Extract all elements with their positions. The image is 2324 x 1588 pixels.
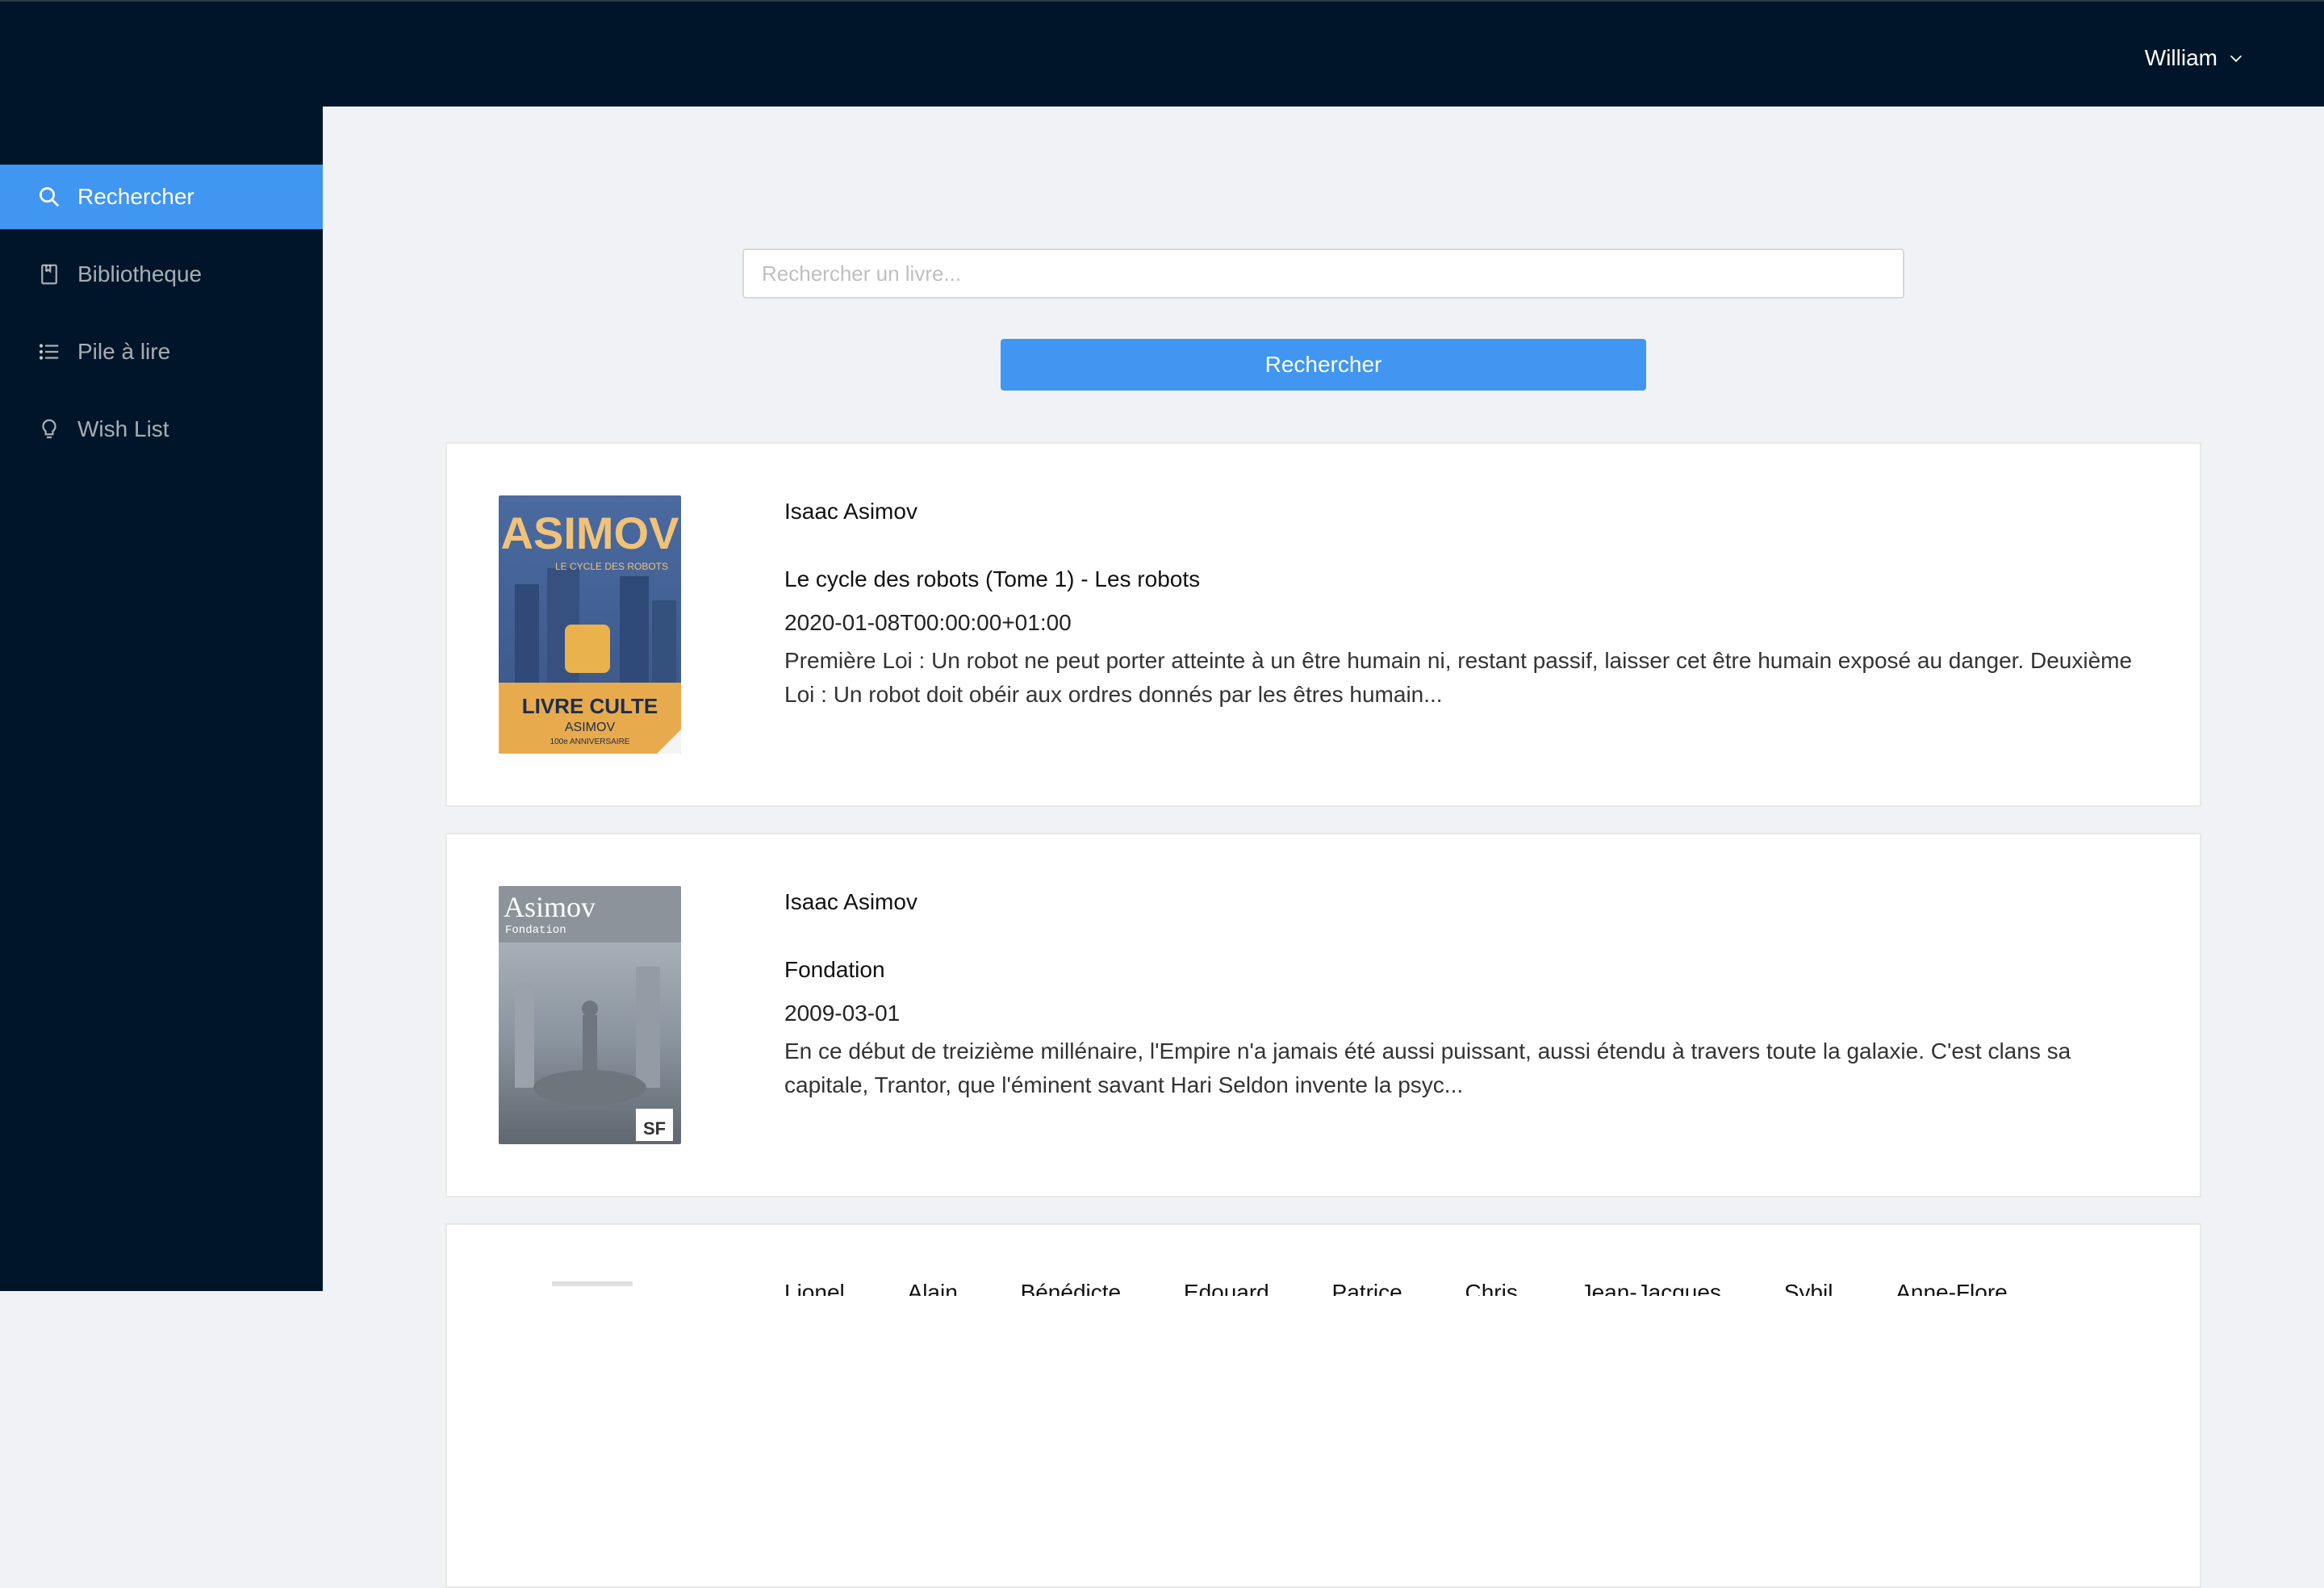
top-header: William (0, 0, 2324, 107)
book-author: Isaac Asimov (784, 499, 917, 524)
user-menu[interactable]: William (2145, 40, 2245, 76)
book-description: Première Loi : Un robot ne peut porter a… (784, 648, 2133, 707)
svg-text:LE CYCLE DES ROBOTS: LE CYCLE DES ROBOTS (555, 561, 668, 572)
main-content: Rechercher ASIMOV LE CYCLE DES ROBOTS (323, 107, 2324, 1588)
sidebar-item-label: Wish List (77, 416, 169, 441)
book-title: Le cycle des robots (Tome 1) - Les robot… (784, 566, 1201, 591)
book-author: Jean-Jacques (1580, 1280, 1721, 1296)
sidebar-item-rechercher[interactable]: Rechercher (0, 165, 323, 229)
book-author: Chris (1465, 1280, 1518, 1296)
result-card[interactable]: Lionel Alain Bénédicte Edouard Patrice C… (445, 1223, 2201, 1588)
sidebar: Rechercher Bibliotheque Pile à lire Wish… (0, 107, 323, 1291)
sidebar-item-label: Bibliotheque (77, 261, 203, 286)
book-description: En ce début de treizième millénaire, l'E… (784, 1038, 2071, 1097)
svg-text:SF: SF (643, 1118, 666, 1139)
book-cover: ASIMOV LE CYCLE DES ROBOTS LIVRE CULTE A… (499, 495, 681, 754)
search-icon (37, 185, 61, 209)
svg-text:Asimov: Asimov (504, 891, 596, 923)
sidebar-item-label: Rechercher (77, 184, 194, 209)
svg-text:LIVRE CULTE: LIVRE CULTE (522, 694, 658, 718)
chevron-down-icon (2230, 55, 2242, 62)
book-title: Fondation (784, 957, 885, 982)
result-card[interactable]: ASIMOV LE CYCLE DES ROBOTS LIVRE CULTE A… (445, 442, 2201, 807)
svg-text:ASIMOV: ASIMOV (565, 721, 616, 734)
sidebar-item-bibliotheque[interactable]: Bibliotheque (0, 242, 323, 307)
book-author: Bénédicte (1020, 1280, 1122, 1296)
book-author: Anne-Flore (1896, 1280, 2008, 1296)
user-name: William (2144, 45, 2217, 70)
book-date: 2009-03-01 (784, 1001, 901, 1026)
book-author: Sybil (1783, 1280, 1833, 1296)
result-card[interactable]: Asimov Fondation SF Isaac Asimov Fondati… (445, 833, 2201, 1197)
book-authors: Lionel Alain Bénédicte Edouard Patrice C… (784, 1280, 2064, 1296)
book-author: Alain (907, 1280, 958, 1296)
book-author: Isaac Asimov (784, 889, 917, 914)
book-author: Lionel (784, 1280, 845, 1296)
sidebar-nav: Rechercher Bibliotheque Pile à lire Wish… (0, 165, 323, 474)
sidebar-item-pile-a-lire[interactable]: Pile à lire (0, 320, 323, 384)
search-button[interactable]: Rechercher (1001, 339, 1646, 391)
bulb-icon (37, 417, 61, 441)
book-date: 2020-01-08T00:00:00+01:00 (784, 610, 1072, 635)
book-author: Patrice (1331, 1280, 1402, 1296)
sidebar-item-label: Pile à lire (77, 339, 171, 364)
book-author: Edouard (1183, 1280, 1269, 1296)
book-cover (552, 1281, 633, 1286)
list-icon (37, 340, 61, 364)
book-cover: Asimov Fondation SF (499, 886, 681, 1144)
search-input[interactable] (742, 249, 1904, 299)
sidebar-item-wish-list[interactable]: Wish List (0, 397, 323, 462)
svg-text:100e ANNIVERSAIRE: 100e ANNIVERSAIRE (550, 738, 630, 746)
book-icon (37, 262, 61, 286)
svg-text:Fondation: Fondation (505, 924, 566, 937)
svg-text:ASIMOV: ASIMOV (501, 508, 679, 558)
